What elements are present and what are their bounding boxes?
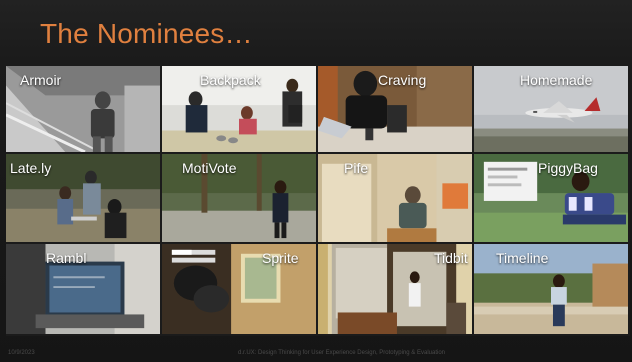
nominee-tile-pife[interactable]: Pife bbox=[318, 154, 474, 244]
nominee-label: Backpack bbox=[200, 72, 261, 88]
footer-course: d.r.UX: Design Thinking for User Experie… bbox=[238, 350, 445, 356]
nominee-tile-armoir[interactable]: Armoir bbox=[6, 66, 162, 154]
slide-title: The Nominees… bbox=[40, 18, 253, 49]
slide-footer: 10/9/2023 d.r.UX: Design Thinking for Us… bbox=[0, 346, 632, 362]
nominee-tile-homemade[interactable]: Homemade bbox=[474, 66, 630, 154]
nominee-tile-craving[interactable]: Craving bbox=[318, 66, 474, 154]
nominee-grid: Armoir Backpack Craving Homemade Late.ly… bbox=[6, 66, 630, 336]
nominee-tile-timeline[interactable]: Timeline bbox=[474, 244, 630, 336]
nominee-tile-motivote[interactable]: MotiVote bbox=[162, 154, 318, 244]
nominee-tile-backpack[interactable]: Backpack bbox=[162, 66, 318, 154]
nominee-tile-piggybag[interactable]: PiggyBag bbox=[474, 154, 630, 244]
nominee-label: Homemade bbox=[520, 72, 593, 88]
nominee-label: Pife bbox=[344, 160, 369, 176]
nominee-label: Late.ly bbox=[10, 160, 52, 176]
nominee-tile-sprite[interactable]: Sprite bbox=[162, 244, 318, 336]
nominee-tile-tidbit[interactable]: Tidbit bbox=[318, 244, 474, 336]
footer-date: 10/9/2023 bbox=[8, 350, 35, 356]
pife-photo bbox=[318, 154, 472, 242]
nominee-label: Rambl bbox=[46, 250, 87, 266]
nominee-label: Sprite bbox=[262, 250, 299, 266]
nominee-label: Armoir bbox=[20, 72, 62, 88]
nominee-label: PiggyBag bbox=[538, 160, 598, 176]
nominee-tile-rambl[interactable]: Rambl bbox=[6, 244, 162, 336]
nominee-label: Tidbit bbox=[434, 250, 468, 266]
nominee-label: Craving bbox=[378, 72, 427, 88]
nominee-label: Timeline bbox=[496, 250, 549, 266]
slide: The Nominees… Armoir Backpack Craving Ho… bbox=[0, 0, 632, 362]
nominee-tile-lately[interactable]: Late.ly bbox=[6, 154, 162, 244]
nominee-label: MotiVote bbox=[182, 160, 237, 176]
